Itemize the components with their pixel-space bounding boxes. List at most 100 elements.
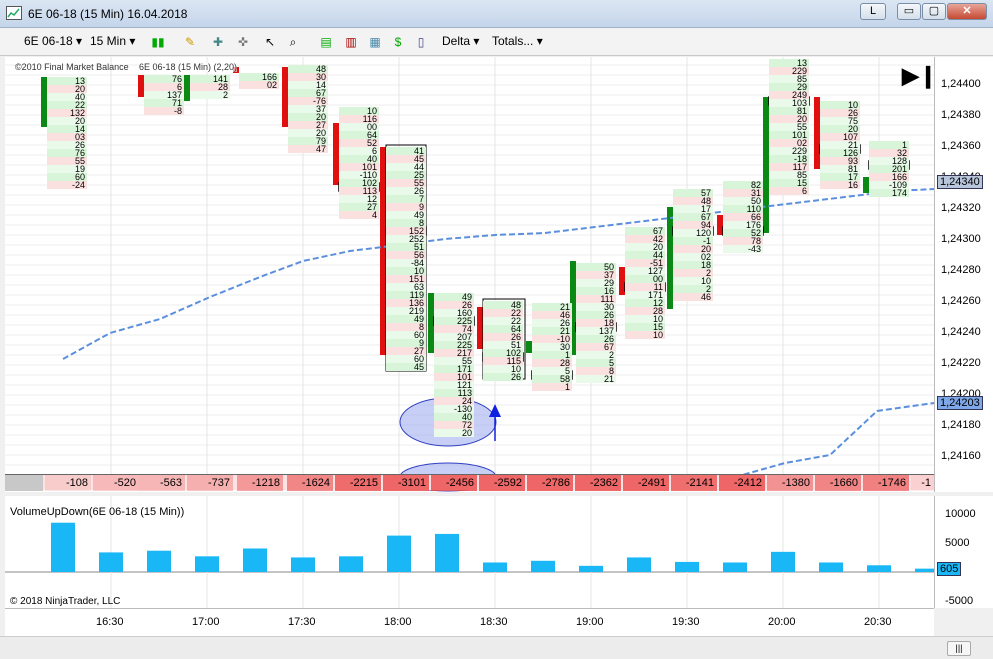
time-axis-label: 19:00: [576, 616, 604, 628]
delta-total-cell: -1660: [815, 475, 861, 491]
interval-selector[interactable]: 15 Min ▾: [90, 34, 135, 48]
volume-bar: [387, 535, 411, 572]
volume-bar: [195, 556, 219, 572]
volume-bar: [147, 550, 171, 572]
horizontal-scrollbar[interactable]: |||: [0, 636, 993, 659]
properties-icon[interactable]: ▯: [413, 34, 429, 50]
link-button[interactable]: L: [860, 3, 886, 20]
volume-bar: [51, 522, 75, 572]
dollar-icon[interactable]: $: [390, 34, 406, 50]
indicator-axis-label: 10000: [945, 508, 976, 520]
play-end-icon[interactable]: ▶❙: [902, 63, 934, 89]
series-label: 6E 06-18 (15 Min) (2,20): [139, 62, 238, 72]
price-axis-label: 1,24320: [941, 202, 981, 214]
volume-bar: [99, 552, 123, 572]
bar-chart-icon[interactable]: ▮▮: [150, 34, 166, 50]
totals-menu-label: Totals...: [492, 34, 534, 48]
footprint-cell: 45: [386, 363, 426, 372]
time-axis-label: 18:00: [384, 616, 412, 628]
current-price-tag: 1,24340: [937, 175, 983, 189]
strategy-icon[interactable]: ▥: [343, 34, 359, 50]
delta-row-header: [5, 475, 43, 491]
footprint-cell: 47: [288, 145, 328, 154]
properties-icon[interactable]: ▦: [367, 34, 383, 50]
footprint-cell: 10: [625, 331, 665, 340]
delta-total-cell: -1380: [767, 475, 813, 491]
price-axis-label: 1,24160: [941, 450, 981, 462]
delta-total-cell: -2456: [431, 475, 477, 491]
price-axis-label: 1,24280: [941, 264, 981, 276]
price-axis-label: 1,24240: [941, 326, 981, 338]
delta-total-cell: -2491: [623, 475, 669, 491]
volume-value-tag: 605: [937, 562, 962, 576]
indicator-axis-label: -5000: [945, 595, 974, 607]
title-bar: 6E 06-18 (15 Min) 16.04.2018 L ▭ ▢ ✕: [0, 0, 993, 28]
interval-label: 15 Min: [90, 34, 127, 48]
delta-total-cell: -2141: [671, 475, 717, 491]
footprint-cell: 02: [239, 81, 279, 90]
footprint-cell: 26: [483, 373, 523, 382]
delta-menu[interactable]: Delta ▾: [442, 34, 479, 48]
volume-bar: [627, 557, 651, 572]
price-axis-label: 1,24180: [941, 419, 981, 431]
copyright-bottom: © 2018 NinjaTrader, LLC: [10, 596, 121, 607]
volume-bar: [771, 551, 795, 572]
price-axis[interactable]: 1,24400 1,24380 1,24360 1,24340 1,24320 1,243…: [934, 57, 993, 492]
window-title: 6E 06-18 (15 Min) 16.04.2018: [28, 7, 188, 21]
data-box-icon[interactable]: ▤: [318, 34, 334, 50]
cursor-icon[interactable]: ↖: [262, 34, 278, 50]
volume-bar: [291, 557, 315, 572]
price-axis-label: 1,24260: [941, 295, 981, 307]
delta-total-cell: -3101: [383, 475, 429, 491]
price-axis-label: 1,24220: [941, 357, 981, 369]
indicator-axis-label: 5000: [945, 537, 970, 549]
price-panel[interactable]: 13 20 40 22 132 20 14 03 26 76 55 19 60 -24 76 6 137 71 -8…: [5, 57, 934, 492]
lower-band-line: [734, 402, 934, 478]
volume-bar: [435, 533, 459, 572]
minimize-button[interactable]: ▭: [897, 3, 921, 20]
delta-total-cell: -737: [187, 475, 233, 491]
time-axis[interactable]: 16:30 17:00 17:30 18:00 18:30 19:00 19:30 20:00…: [5, 608, 934, 636]
delta-menu-label: Delta: [442, 34, 471, 48]
crosshair-icon[interactable]: ✚: [210, 34, 226, 50]
volume-bar: [339, 556, 363, 572]
time-axis-label: 20:30: [864, 616, 892, 628]
chart-toolbar: 6E 06-18 ▾ 15 Min ▾ ▮▮ ✎ ✚ ✜ ↖ ⌕ ▤ ▥ ▦ $…: [0, 28, 993, 56]
delta-total-cell: -2412: [719, 475, 765, 491]
footprint-cell: -43: [723, 245, 763, 254]
delta-total-cell: -1624: [287, 475, 333, 491]
close-button[interactable]: ✕: [947, 3, 987, 20]
delta-total-cell: -1218: [237, 475, 283, 491]
volume-bar: [675, 561, 699, 572]
price-axis-label: 1,24400: [941, 78, 981, 90]
footprint-cell: 20: [434, 429, 474, 438]
time-axis-label: 20:00: [768, 616, 796, 628]
price-axis-label: 1,24380: [941, 109, 981, 121]
vwap-price-tag: 1,24203: [937, 396, 983, 410]
totals-menu[interactable]: Totals... ▾: [492, 34, 543, 48]
maximize-button[interactable]: ▢: [922, 3, 946, 20]
footprint-cell: 174: [869, 189, 909, 198]
delta-total-cell: -2786: [527, 475, 573, 491]
indicator-axis[interactable]: 1000050000-5000605: [934, 496, 993, 608]
footprint-cell: -24: [47, 181, 87, 190]
indicator-panel[interactable]: VolumeUpDown(6E 06-18 (15 Min)) © 2018 N…: [5, 496, 934, 608]
footprint-cell: 16: [820, 181, 860, 190]
time-axis-label: 18:30: [480, 616, 508, 628]
delta-total-cell: -2215: [335, 475, 381, 491]
footprint-cell: 2: [190, 91, 230, 100]
volume-bar: [531, 560, 555, 572]
instrument-selector[interactable]: 6E 06-18 ▾: [24, 34, 82, 48]
volume-bar: [243, 548, 267, 572]
zoom-icon[interactable]: ⌕: [285, 34, 301, 50]
volume-bar: [483, 562, 507, 572]
delta-total-cell: -108: [45, 475, 91, 491]
crosshair-icon[interactable]: ✜: [235, 34, 251, 50]
pencil-icon[interactable]: ✎: [182, 34, 198, 50]
footprint-cell: 46: [673, 293, 713, 302]
scroll-thumb[interactable]: |||: [947, 641, 971, 656]
time-axis-label: 16:30: [96, 616, 124, 628]
price-axis-label: 1,24300: [941, 233, 981, 245]
footprint-cell: 6: [769, 187, 809, 196]
delta-total-cell: -563: [139, 475, 185, 491]
